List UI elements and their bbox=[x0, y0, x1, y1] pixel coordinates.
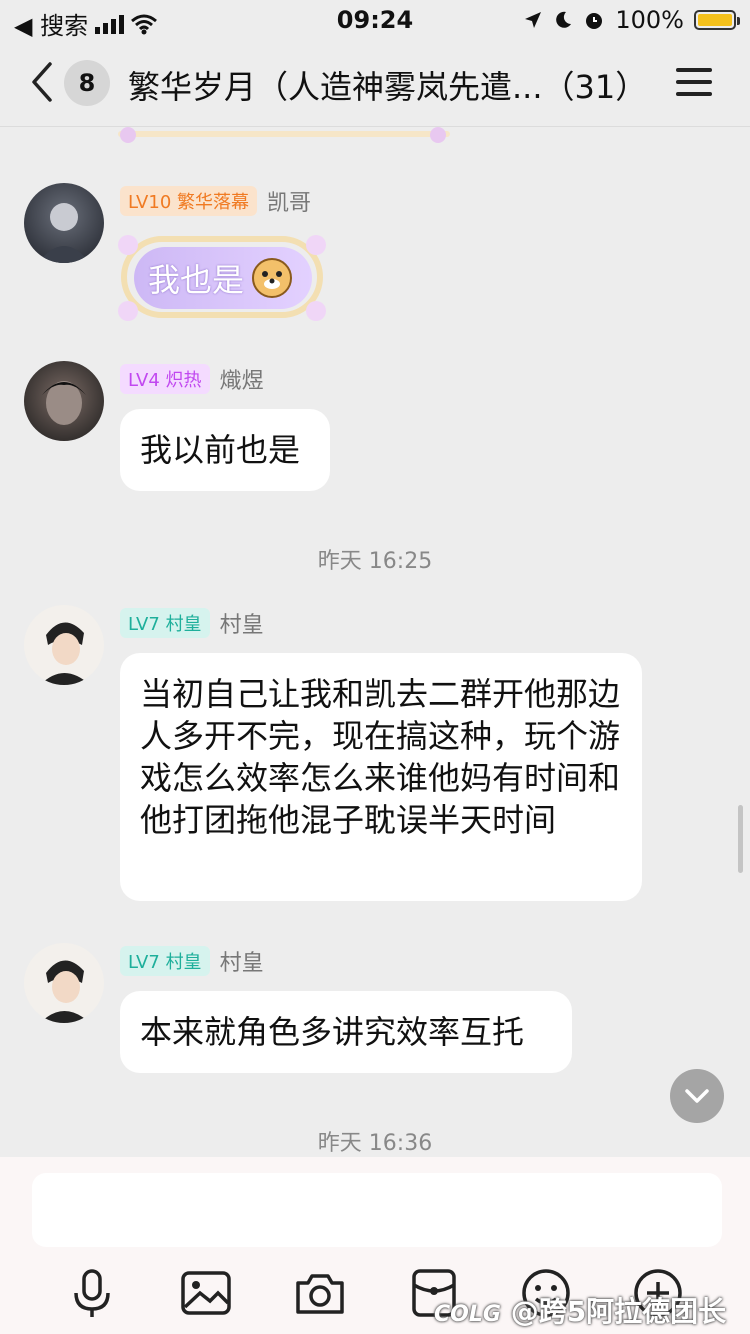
level-badge: LV4 炽热 bbox=[120, 364, 210, 394]
level-badge: LV7 村皇 bbox=[120, 608, 210, 638]
timestamp: 昨天 16:36 bbox=[317, 1131, 433, 1156]
sender-name[interactable]: 熾煜 bbox=[220, 363, 264, 395]
unread-count-badge[interactable]: 8 bbox=[64, 60, 110, 106]
avatar[interactable] bbox=[24, 943, 104, 1023]
message-bubble[interactable]: 本来就角色多讲究效率互托 bbox=[120, 991, 572, 1073]
microphone-icon[interactable] bbox=[64, 1265, 120, 1321]
message-bubble-fancy[interactable]: 我也是 bbox=[110, 231, 334, 323]
level-badge: LV10 繁华落幕 bbox=[120, 186, 258, 216]
message-text: 我也是 bbox=[148, 261, 245, 299]
sender-meta: LV7 村皇 村皇 bbox=[120, 607, 264, 639]
message-bubble[interactable]: 我以前也是 bbox=[120, 409, 330, 491]
chat-header: 8 繁华岁月（人造神雾岚先遣...（31） bbox=[0, 46, 750, 122]
battery-icon bbox=[694, 10, 740, 30]
chevron-down-icon bbox=[685, 1089, 709, 1103]
watermark: COLG @跨5阿拉德团长 bbox=[434, 1295, 727, 1328]
decorative-frame-bottom bbox=[118, 127, 450, 143]
avatar[interactable] bbox=[24, 361, 104, 441]
sender-meta: LV4 炽热 熾煜 bbox=[120, 363, 264, 395]
status-bar: ◀ 搜索 09:24 100% bbox=[0, 0, 750, 42]
timestamp: 昨天 16:25 bbox=[317, 549, 433, 574]
level-badge: LV7 村皇 bbox=[120, 946, 210, 976]
avatar[interactable] bbox=[24, 605, 104, 685]
location-icon bbox=[525, 12, 542, 28]
message-bubble[interactable]: 当初自己让我和凯去二群开他那边人多开不完，现在搞这种，玩个游戏怎么效率怎么来谁他… bbox=[120, 653, 642, 901]
sender-name[interactable]: 村皇 bbox=[220, 607, 264, 639]
sender-meta: LV7 村皇 村皇 bbox=[120, 945, 264, 977]
dog-emoji-icon bbox=[252, 258, 293, 298]
back-icon[interactable] bbox=[24, 60, 64, 104]
battery-percent: 100% bbox=[615, 6, 684, 34]
sender-name[interactable]: 凯哥 bbox=[267, 185, 311, 217]
sender-name[interactable]: 村皇 bbox=[220, 945, 264, 977]
scroll-to-bottom-button[interactable] bbox=[670, 1069, 724, 1123]
camera-icon[interactable] bbox=[292, 1265, 348, 1321]
image-icon[interactable] bbox=[178, 1265, 234, 1321]
sender-meta: LV10 繁华落幕 凯哥 bbox=[120, 185, 311, 217]
avatar[interactable] bbox=[24, 183, 104, 263]
menu-icon[interactable] bbox=[676, 66, 714, 98]
alarm-icon bbox=[586, 13, 603, 29]
moon-icon bbox=[556, 11, 572, 28]
group-title[interactable]: 繁华岁月（人造神雾岚先遣...（31） bbox=[128, 62, 647, 108]
scrollbar[interactable] bbox=[738, 805, 743, 873]
message-list[interactable]: LV10 繁华落幕 凯哥 我也是 LV4 炽热 熾煜 我以前也是 昨天 16:2… bbox=[0, 127, 750, 1157]
message-input[interactable] bbox=[32, 1173, 722, 1247]
